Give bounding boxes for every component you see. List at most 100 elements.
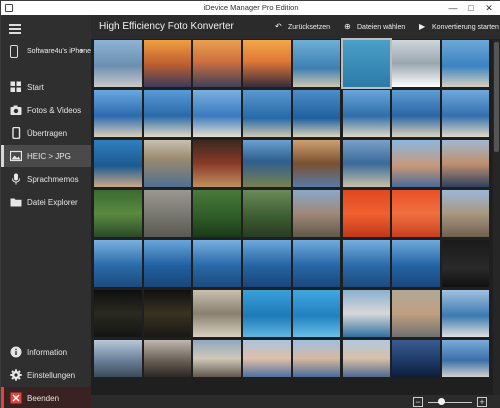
photo-thumbnail[interactable]	[143, 90, 192, 137]
sidebar-item-label: Start	[27, 83, 44, 92]
sidebar-item-label: Einstellungen	[27, 371, 76, 380]
photo-thumbnail[interactable]	[292, 240, 341, 287]
photo-thumbnail[interactable]	[243, 340, 291, 377]
photo-thumbnail[interactable]	[94, 140, 142, 187]
photo-thumbnail[interactable]	[243, 90, 291, 137]
photo-thumbnail[interactable]	[342, 140, 390, 187]
zoom-slider-track[interactable]	[428, 401, 472, 403]
close-button[interactable]: ✕	[483, 2, 495, 14]
info-icon	[10, 346, 22, 358]
zoom-in-button[interactable]: +	[477, 397, 487, 407]
photo-thumbnail[interactable]	[94, 90, 142, 137]
undo-icon: ↶	[275, 22, 282, 31]
sidebar-item-einstellungen[interactable]: Einstellungen	[1, 364, 91, 386]
photo-thumbnail[interactable]	[392, 40, 440, 87]
photo-thumbnail[interactable]	[193, 190, 241, 237]
photo-thumbnail[interactable]	[193, 240, 241, 287]
photo-thumbnail[interactable]	[441, 90, 490, 137]
zoom-out-button[interactable]: −	[413, 397, 423, 407]
photo-thumbnail[interactable]	[342, 340, 390, 377]
photo-thumbnail[interactable]	[292, 290, 341, 337]
photo-thumbnail[interactable]	[392, 90, 440, 137]
sidebar-item-beenden[interactable]: Beenden	[1, 387, 91, 408]
photo-thumbnail[interactable]	[292, 190, 341, 237]
photo-thumbnail[interactable]	[441, 40, 490, 87]
grid-icon	[10, 81, 21, 92]
photo-thumbnail[interactable]	[143, 140, 192, 187]
photo-thumbnail[interactable]	[441, 340, 490, 377]
photo-thumbnail[interactable]	[342, 290, 390, 337]
photo-thumbnail[interactable]	[392, 340, 440, 377]
window-title: iDevice Manager Pro Edition	[203, 3, 299, 12]
play-icon: ▶	[419, 22, 426, 31]
sidebar-item-uebertragen[interactable]: Übertragen	[1, 122, 91, 144]
sidebar-item-sprachmemos[interactable]: Sprachmemos	[1, 168, 91, 190]
photo-grid	[94, 38, 492, 402]
photo-thumbnail[interactable]	[243, 240, 291, 287]
sidebar-item-datei-explorer[interactable]: Datei Explorer	[1, 191, 91, 213]
photo-thumbnail[interactable]	[193, 90, 241, 137]
photo-thumbnail[interactable]	[94, 290, 142, 337]
photo-thumbnail[interactable]	[392, 290, 440, 337]
select-files-label: Dateien wählen	[357, 24, 406, 31]
photo-thumbnail[interactable]	[243, 190, 291, 237]
photo-thumbnail[interactable]	[441, 290, 490, 337]
photo-thumbnail[interactable]	[243, 140, 291, 187]
photo-thumbnail[interactable]	[441, 190, 490, 237]
start-conversion-label: Konvertierung starten	[432, 24, 499, 31]
photo-thumbnail[interactable]	[94, 190, 142, 237]
reset-button[interactable]: ↶ Zurücksetzen	[275, 22, 330, 34]
page-title: High Efficiency Foto Konverter	[99, 21, 234, 32]
photo-thumbnail[interactable]	[243, 290, 291, 337]
start-conversion-button[interactable]: ▶ Konvertierung starten	[419, 22, 499, 34]
page-header: High Efficiency Foto Konverter ↶ Zurückse…	[91, 15, 500, 39]
sidebar-item-information[interactable]: Information	[1, 341, 91, 363]
photo-thumbnail[interactable]	[292, 140, 341, 187]
photo-thumbnail[interactable]	[143, 290, 192, 337]
minimize-button[interactable]: —	[447, 2, 459, 14]
title-bar: iDevice Manager Pro Edition — □ ✕	[1, 1, 500, 15]
photo-thumbnail[interactable]	[292, 40, 341, 87]
sidebar-item-label: Beenden	[27, 394, 60, 403]
app-window: iDevice Manager Pro Edition — □ ✕ Softwa…	[0, 0, 500, 408]
phone-icon	[12, 127, 21, 139]
sidebar-item-start[interactable]: Start	[1, 76, 91, 98]
photo-thumbnail[interactable]	[94, 340, 142, 377]
exit-icon	[10, 392, 22, 404]
sidebar-item-label: Sprachmemos	[27, 175, 79, 184]
photo-thumbnail[interactable]	[342, 190, 390, 237]
photo-thumbnail[interactable]	[392, 140, 440, 187]
photo-thumbnail[interactable]	[193, 40, 241, 87]
photo-thumbnail[interactable]	[441, 140, 490, 187]
photo-thumbnail[interactable]	[292, 90, 341, 137]
maximize-button[interactable]: □	[465, 2, 477, 14]
photo-thumbnail[interactable]	[143, 340, 192, 377]
sidebar-item-label: Übertragen	[27, 129, 68, 138]
photo-thumbnail[interactable]	[392, 240, 440, 287]
photo-thumbnail[interactable]	[143, 190, 192, 237]
scrollbar[interactable]	[493, 40, 500, 400]
photo-thumbnail[interactable]	[392, 190, 440, 237]
photo-thumbnail[interactable]	[441, 240, 490, 287]
photo-thumbnail[interactable]	[342, 240, 390, 287]
sidebar-item-fotos-videos[interactable]: Fotos & Videos	[1, 99, 91, 121]
device-selector[interactable]: Software4u's iPhone ▾	[1, 41, 91, 63]
photo-thumbnail[interactable]	[342, 90, 390, 137]
hamburger-menu-icon[interactable]	[9, 24, 21, 34]
photo-thumbnail[interactable]	[340, 38, 392, 89]
photo-thumbnail[interactable]	[292, 340, 341, 377]
select-files-button[interactable]: ⊕ Dateien wählen	[344, 22, 405, 34]
photo-thumbnail[interactable]	[193, 340, 241, 377]
photo-thumbnail[interactable]	[243, 40, 291, 87]
sidebar-item-heic-jpg[interactable]: HEIC > JPG	[1, 145, 91, 167]
photo-thumbnail[interactable]	[143, 240, 192, 287]
zoom-slider-knob[interactable]	[437, 398, 445, 405]
photo-thumbnail[interactable]	[94, 240, 142, 287]
photo-thumbnail[interactable]	[94, 40, 142, 87]
photo-thumbnail[interactable]	[193, 140, 241, 187]
photo-thumbnail[interactable]	[193, 290, 241, 337]
scrollbar-thumb[interactable]	[494, 42, 499, 152]
sidebar-item-label: Information	[27, 348, 68, 357]
photo-thumbnail[interactable]	[143, 40, 192, 87]
camera-icon	[10, 105, 22, 115]
